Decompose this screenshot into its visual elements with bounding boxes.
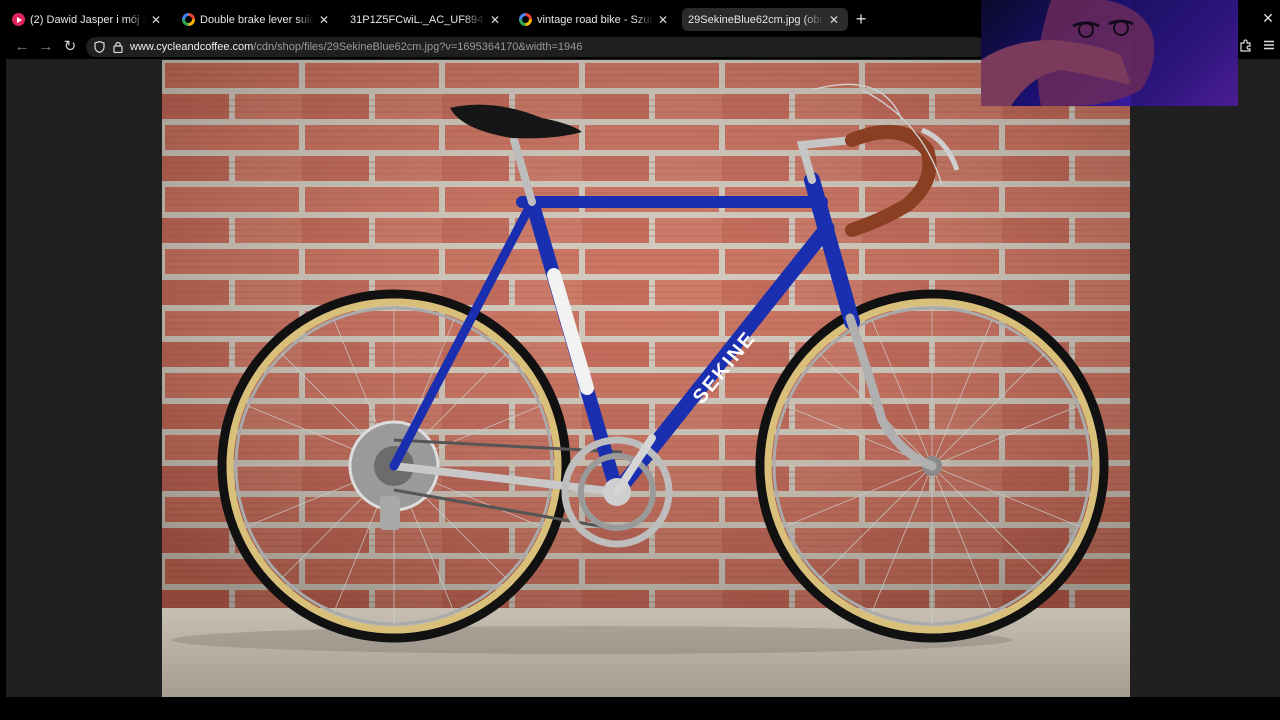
close-icon[interactable]: ✕ [489,14,501,26]
close-icon[interactable]: ✕ [828,14,840,26]
reload-button[interactable]: ↻ [61,38,79,56]
tab-youtube[interactable]: (2) Dawid Jasper i mój zajebisty ✕ [6,8,170,31]
tab-title: 29SekineBlue62cm.jpg (obraz JPEG [688,13,824,26]
bottom-bar [0,697,1280,720]
google-icon [182,13,195,26]
close-icon[interactable]: ✕ [150,14,162,26]
back-button[interactable]: ← [13,38,31,56]
close-icon[interactable]: ✕ [318,14,330,26]
window-close-button[interactable]: ✕ [1261,10,1275,26]
url-path: /cdn/shop/files/29SekineBlue62cm.jpg?v=1… [253,41,583,53]
close-icon[interactable]: ✕ [657,14,669,26]
shield-icon[interactable] [92,40,106,54]
lock-icon[interactable] [111,40,125,54]
bicycle-photo[interactable]: SEKINE [162,60,1130,697]
tab-brake-lever[interactable]: Double brake lever suicide lever ✕ [176,8,338,31]
webcam-overlay [981,0,1238,106]
tab-image-31p1z[interactable]: 31P1Z5FCwiL._AC_UF894,1000_QL80 ✕ [344,8,509,31]
google-icon [519,13,532,26]
tab-title: 31P1Z5FCwiL._AC_UF894,1000_QL80 [350,13,485,26]
tab-title: Double brake lever suicide lever [200,13,314,26]
extensions-icon[interactable] [1237,39,1253,55]
menu-icon[interactable] [1261,39,1277,55]
crankset [561,434,673,548]
tab-title: vintage road bike - Szukaj w Google [537,13,653,26]
tab-sekine-jpg[interactable]: 29SekineBlue62cm.jpg (obraz JPEG ✕ [682,8,848,31]
new-tab-button[interactable]: + [852,10,870,28]
tab-title: (2) Dawid Jasper i mój zajebisty [30,13,146,26]
tab-vintage-road-bike[interactable]: vintage road bike - Szukaj w Google ✕ [513,8,677,31]
forward-button[interactable]: → [37,38,55,56]
address-bar[interactable]: www.cycleandcoffee.com/cdn/shop/files/29… [86,37,986,57]
url-host: www.cycleandcoffee.com [130,41,254,53]
rear-derailleur [380,496,400,530]
youtube-icon [12,13,25,26]
